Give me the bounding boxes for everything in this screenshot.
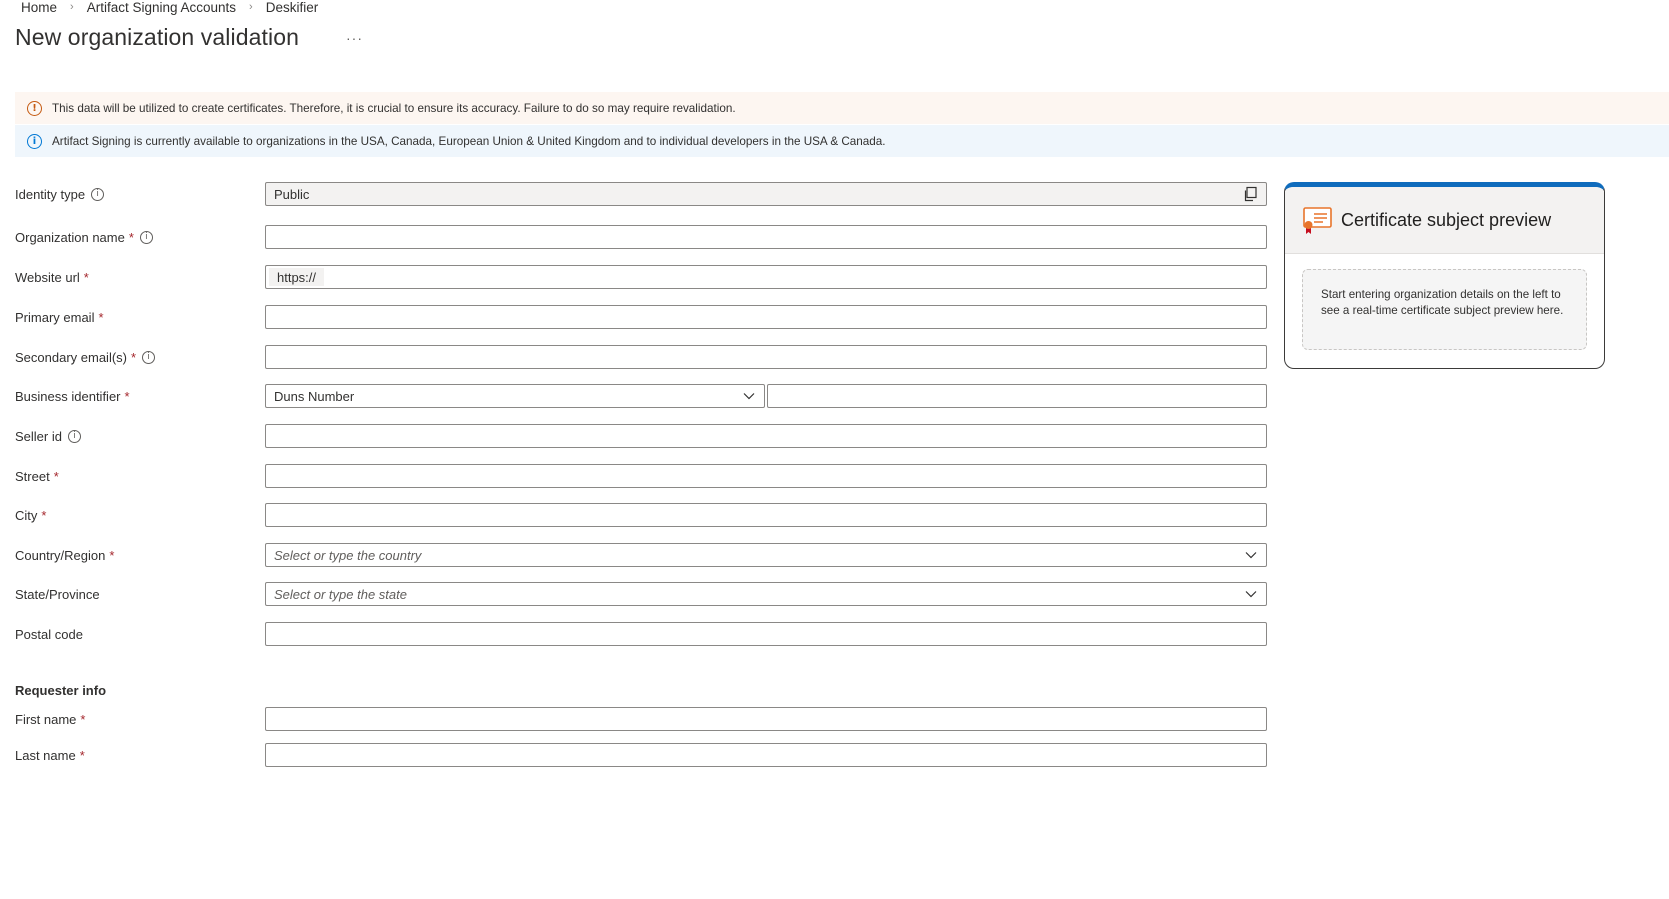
- warning-icon: !: [27, 100, 42, 116]
- organization-name-label: Organization name * i: [15, 227, 153, 247]
- required-marker: *: [79, 747, 85, 763]
- seller-id-label-text: Seller id: [15, 428, 62, 444]
- country-placeholder: Select or type the country: [274, 547, 422, 563]
- breadcrumb-separator-icon: ›: [249, 1, 253, 13]
- secondary-email-label: Secondary email(s) * i: [15, 347, 156, 367]
- more-options-button[interactable]: ···: [346, 30, 363, 46]
- chevron-down-icon: [1245, 552, 1257, 559]
- city-input[interactable]: [265, 503, 1267, 527]
- identity-type-label-text: Identity type: [15, 186, 86, 202]
- requester-info-heading: Requester info: [15, 683, 107, 698]
- country-region-label: Country/Region *: [15, 545, 114, 565]
- last-name-label-text: Last name: [15, 747, 76, 763]
- warning-banner: ! This data will be utilized to create c…: [15, 92, 1669, 124]
- required-marker: *: [98, 309, 104, 325]
- info-icon: i: [27, 133, 42, 149]
- breadcrumb-deskifier[interactable]: Deskifier: [266, 0, 319, 15]
- primary-email-label: Primary email *: [15, 307, 104, 327]
- secondary-email-input[interactable]: [265, 345, 1267, 369]
- organization-name-label-text: Organization name: [15, 229, 125, 245]
- business-identifier-type-dropdown[interactable]: Duns Number: [265, 384, 765, 408]
- website-url-input[interactable]: https://: [265, 265, 1267, 289]
- info-icon[interactable]: i: [91, 187, 105, 201]
- primary-email-input[interactable]: [265, 305, 1267, 329]
- breadcrumb-separator-icon: ›: [70, 1, 74, 13]
- website-url-label: Website url *: [15, 267, 89, 287]
- info-banner-text: Artifact Signing is currently available …: [52, 134, 886, 148]
- primary-email-label-text: Primary email: [15, 309, 95, 325]
- identity-type-label: Identity type i: [15, 184, 105, 204]
- city-label: City *: [15, 505, 46, 525]
- info-icon[interactable]: i: [139, 230, 153, 244]
- certificate-preview-header: Certificate subject preview: [1285, 187, 1604, 254]
- street-label: Street *: [15, 466, 59, 486]
- website-url-label-text: Website url: [15, 269, 80, 285]
- required-marker: *: [83, 269, 89, 285]
- info-icon[interactable]: i: [67, 429, 81, 443]
- breadcrumb: Home › Artifact Signing Accounts › Deski…: [21, 0, 318, 16]
- page-title: New organization validation: [15, 24, 299, 50]
- postal-code-label: Postal code: [15, 624, 83, 644]
- breadcrumb-home[interactable]: Home: [21, 0, 57, 15]
- country-region-combobox[interactable]: Select or type the country: [265, 543, 1267, 567]
- url-prefix: https://: [269, 268, 325, 286]
- seller-id-label: Seller id i: [15, 426, 81, 446]
- business-identifier-label: Business identifier *: [15, 386, 130, 406]
- business-identifier-label-text: Business identifier: [15, 388, 121, 404]
- required-marker: *: [80, 711, 86, 727]
- state-province-combobox[interactable]: Select or type the state: [265, 582, 1267, 606]
- certificate-preview-placeholder: Start entering organization details on t…: [1302, 269, 1587, 350]
- required-marker: *: [131, 349, 137, 365]
- business-identifier-input[interactable]: [767, 384, 1267, 408]
- seller-id-input[interactable]: [265, 424, 1267, 448]
- business-identifier-type-value: Duns Number: [274, 388, 355, 404]
- certificate-preview-card: Certificate subject preview Start enteri…: [1284, 182, 1605, 369]
- required-marker: *: [41, 507, 47, 523]
- last-name-label: Last name *: [15, 745, 85, 765]
- last-name-input[interactable]: [265, 743, 1267, 767]
- postal-code-input[interactable]: [265, 622, 1267, 646]
- certificate-icon: [1303, 207, 1332, 234]
- first-name-input[interactable]: [265, 707, 1267, 731]
- required-marker: *: [124, 388, 130, 404]
- identity-type-field: Public: [265, 182, 1267, 206]
- chevron-down-icon: [1245, 591, 1257, 598]
- warning-banner-text: This data will be utilized to create cer…: [52, 101, 736, 115]
- postal-code-label-text: Postal code: [15, 626, 83, 642]
- organization-name-input[interactable]: [265, 225, 1267, 249]
- required-marker: *: [109, 547, 115, 563]
- country-region-label-text: Country/Region: [15, 547, 106, 563]
- street-label-text: Street: [15, 468, 50, 484]
- secondary-email-label-text: Secondary email(s): [15, 349, 127, 365]
- first-name-label: First name *: [15, 709, 85, 729]
- breadcrumb-artifact-signing-accounts[interactable]: Artifact Signing Accounts: [87, 0, 236, 15]
- info-banner: i Artifact Signing is currently availabl…: [15, 125, 1669, 157]
- identity-type-value: Public: [274, 186, 310, 202]
- chevron-down-icon: [743, 393, 755, 400]
- street-input[interactable]: [265, 464, 1267, 488]
- first-name-label-text: First name: [15, 711, 77, 727]
- info-icon[interactable]: i: [142, 350, 156, 364]
- state-placeholder: Select or type the state: [274, 586, 407, 602]
- state-province-label: State/Province: [15, 584, 100, 604]
- city-label-text: City: [15, 507, 38, 523]
- state-province-label-text: State/Province: [15, 586, 100, 602]
- required-marker: *: [53, 468, 59, 484]
- copy-icon[interactable]: [1242, 186, 1258, 202]
- certificate-preview-title: Certificate subject preview: [1341, 209, 1552, 230]
- required-marker: *: [128, 229, 134, 245]
